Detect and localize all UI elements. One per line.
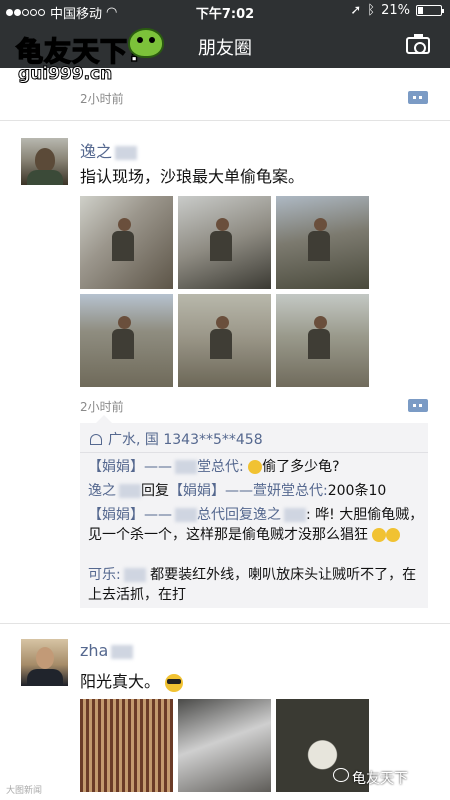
post-photo[interactable] [80,699,173,792]
camera-icon[interactable] [406,34,430,54]
avatar[interactable] [21,639,68,686]
post-photo[interactable] [80,294,173,387]
watermark-url: gui999.cn [17,64,113,85]
sunglasses-emoji-icon [165,673,184,692]
post-photo[interactable] [276,294,369,387]
post-photo[interactable] [80,196,173,289]
post-username[interactable]: zha [80,641,134,660]
wechat-logo-icon [333,768,349,782]
comment-button-icon[interactable] [408,91,428,104]
location-icon: ➚ [350,3,362,18]
post-photo[interactable] [276,196,369,289]
comment[interactable]: 【娟娟】—— 总代回复逸之: 哗! 大胆偷龟贼，见一个杀一个，这样那是偷龟贼才没那… [88,505,424,545]
post-time: 2小时前 [80,400,124,414]
turtle-mascot-icon [128,28,164,58]
comment-divider [80,452,428,453]
divider [0,623,450,624]
watermark-logo: 龟友天下! gui999.cn [10,24,165,88]
footer-watermark-left: 大图新闻 [6,786,43,796]
emoji-icon [386,528,401,542]
comment-box: 广水, 国 1343**5**458 【娟娟】—— 堂总代: 偷了多少龟? 逸之回… [80,415,428,608]
post-photo[interactable] [178,196,271,289]
comment-button-icon[interactable] [408,399,428,412]
comment[interactable]: 逸之 回复【娟娟】——萱妍堂总代:200条10 [88,481,424,501]
emoji-icon [372,528,387,542]
avatar[interactable] [21,138,68,185]
divider [0,120,450,121]
comment[interactable]: 【娟娟】—— 堂总代: 偷了多少龟? [88,457,424,477]
battery-percent: 21% [381,3,410,18]
bluetooth-icon: ᛒ [367,3,376,18]
emoji-icon [248,460,263,474]
post-username[interactable]: 逸之 [80,138,138,162]
post-text: 阳光真大。 [80,668,184,692]
likes-row: 广水, 国 1343**5**458 [90,429,263,449]
likes-names[interactable]: 广水, 国 1343**5**458 [108,429,263,449]
heart-icon [90,433,102,445]
prev-post-time: 2小时前 [80,92,124,106]
battery-fill [418,7,423,14]
comment[interactable]: 可乐: 都要装红外线，喇叭放床头让贼听不了，在上去活抓，在打 [88,565,424,605]
post-text: 指认现场，沙琅最大单偷龟案。 [80,167,305,186]
footer-watermark: 龟友天下 [352,771,408,787]
battery-icon [416,5,444,16]
post-photo[interactable] [178,294,271,387]
status-right: ➚ ᛒ 21% [350,3,444,18]
post-photo[interactable] [178,699,271,792]
status-bar: 中国移动 ◠ 下午7:02 ➚ ᛒ 21% [0,0,450,22]
